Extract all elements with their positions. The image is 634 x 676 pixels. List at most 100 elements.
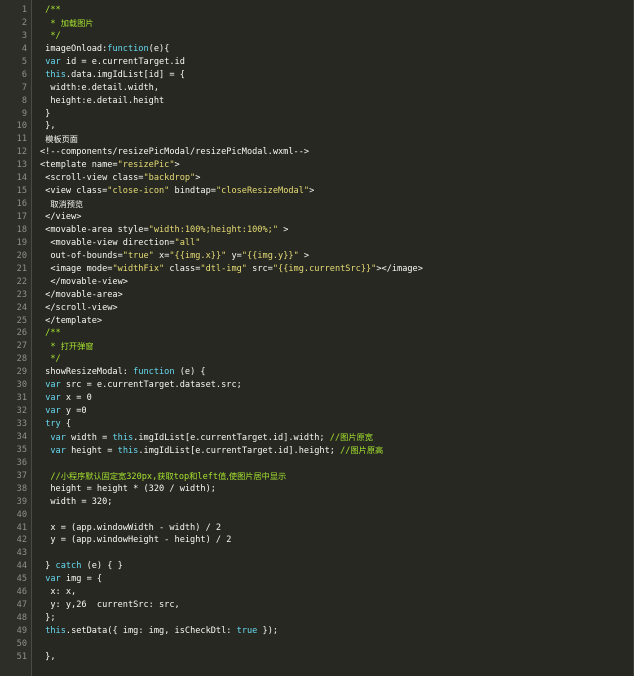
code-token: */ xyxy=(40,30,61,41)
code-line[interactable]: 45 var img = { xyxy=(0,573,633,586)
line-content: <scroll-view class="backdrop"> xyxy=(40,172,200,185)
code-token: </view> xyxy=(40,212,82,222)
code-token: // xyxy=(40,471,61,482)
code-token: var xyxy=(50,445,66,456)
code-area[interactable]: 1 /** 2 * 加载图片 3 */4 imageOnload:function(… xyxy=(0,4,633,664)
code-line[interactable]: 4 imageOnload:function(e){ xyxy=(0,43,633,56)
code-line[interactable]: 49 this.setData({ img: img, isCheckDtl: … xyxy=(0,625,633,638)
code-line[interactable]: 51 }, xyxy=(0,651,633,664)
line-content: var src = e.currentTarget.dataset.src; xyxy=(40,379,242,392)
code-line[interactable]: 47 y: y,26 currentSrc: src, xyxy=(0,599,633,612)
code-line[interactable]: 39 width = 320; xyxy=(0,496,633,509)
line-content: try { xyxy=(40,418,71,431)
code-line[interactable]: 22 </movable-view> xyxy=(0,276,633,289)
code-line[interactable]: 23 </movable-area> xyxy=(0,289,633,302)
line-number: 3 xyxy=(21,30,27,41)
code-line[interactable]: 33 try { xyxy=(0,418,633,431)
code-token: }, xyxy=(40,121,56,132)
code-line[interactable]: 25 </template> xyxy=(0,315,633,328)
code-token: width:e.detail.width, xyxy=(40,82,159,93)
code-line[interactable]: 3 */ xyxy=(0,30,633,43)
code-line[interactable]: 17 </view> xyxy=(0,211,633,224)
code-line[interactable]: 50 xyxy=(0,638,633,651)
line-number: 25 xyxy=(16,315,27,326)
code-token: imageOnload: xyxy=(40,43,108,54)
code-line[interactable]: 20 out-of-bounds="true" x="{{img.x}}" y=… xyxy=(0,250,633,263)
code-token: "closeResizeModal" xyxy=(215,186,310,197)
code-line[interactable]: 48 }; xyxy=(0,612,633,625)
code-line[interactable]: 24 </scroll-view> xyxy=(0,302,633,315)
code-line[interactable]: 10 }, xyxy=(0,120,633,133)
line-number: 40 xyxy=(16,509,27,520)
code-line[interactable]: 12 <!--components/resizePicModal/resizePi… xyxy=(0,146,633,159)
code-token: try xyxy=(45,419,61,429)
code-line[interactable]: 1 /** xyxy=(0,4,633,17)
code-line[interactable]: 26 /** xyxy=(0,327,633,340)
code-token: // xyxy=(329,432,341,443)
code-line[interactable]: 31 var x = 0 xyxy=(0,392,633,405)
line-number: 24 xyxy=(16,302,27,313)
code-line[interactable]: 28 */ xyxy=(0,353,633,366)
code-line[interactable]: 7 width:e.detail.width, xyxy=(0,82,633,95)
code-line[interactable]: 21 <image mode="widthFix" class="dtl-img… xyxy=(0,263,633,276)
code-line[interactable]: 29 showResizeModal: function (e) { xyxy=(0,366,633,379)
code-line[interactable]: 6 this.data.imgIdList[id] = { xyxy=(0,69,633,82)
code-token: .imgIdList[e.currentTarget.id].width; xyxy=(133,432,330,443)
code-line[interactable]: 36 xyxy=(0,457,633,470)
code-token: </scroll-view> xyxy=(40,302,118,313)
code-line[interactable]: 35 var height = this.imgIdList[e.current… xyxy=(0,444,633,457)
code-line[interactable]: 9 } xyxy=(0,108,633,121)
code-token: } xyxy=(40,108,51,119)
code-line[interactable]: 46 x: x, xyxy=(0,586,633,599)
line-number: 51 xyxy=(16,651,27,662)
line-content: x = (app.windowWidth - width) / 2 xyxy=(40,522,221,535)
code-token: src= xyxy=(246,263,273,274)
code-line[interactable]: 34 var width = this.imgIdList[e.currentT… xyxy=(0,431,633,444)
code-line[interactable]: 43 xyxy=(0,547,633,560)
code-line[interactable]: 37 //小程序默认固定宽320px,获取top和left值,使图片居中显示 xyxy=(0,470,633,484)
line-content: /** xyxy=(40,4,61,17)
line-content: height:e.detail.height xyxy=(40,95,164,108)
code-token: </movable-area> xyxy=(40,289,123,300)
code-line[interactable]: 44 } catch (e) { } xyxy=(0,560,633,573)
code-token: id = e.currentTarget.id xyxy=(60,56,185,67)
code-line[interactable]: 32 var y =0 xyxy=(0,405,633,418)
code-line[interactable]: 11 模板页面 xyxy=(0,133,633,146)
line-number: 37 xyxy=(16,470,27,481)
code-editor[interactable]: 1 /** 2 * 加载图片 3 */4 imageOnload:function(… xyxy=(0,0,634,676)
line-number: 41 xyxy=(16,522,27,533)
line-number: 17 xyxy=(16,212,27,222)
code-line[interactable]: 40 xyxy=(0,509,633,522)
code-line[interactable]: 38 height = height * (320 / width); xyxy=(0,483,633,496)
code-line[interactable]: 18 <movable-area style="width:100%;heigh… xyxy=(0,224,633,237)
code-line[interactable]: 15 <view class="close-icon" bindtap="clo… xyxy=(0,185,633,198)
line-content: * 打开弹窗 xyxy=(40,340,93,354)
code-line[interactable]: 8 height:e.detail.height xyxy=(0,95,633,108)
line-content: <image mode="widthFix" class="dtl-img" s… xyxy=(40,263,423,276)
line-number: 31 xyxy=(16,393,27,404)
code-line[interactable]: 14 <scroll-view class="backdrop"> xyxy=(0,172,633,185)
line-content: //小程序默认固定宽320px,获取top和left值,使图片居中显示 xyxy=(40,470,286,484)
code-token: <movable-area style= xyxy=(40,224,149,235)
code-token: > xyxy=(309,186,315,197)
line-content: </template> xyxy=(40,315,102,328)
code-token: class= xyxy=(164,263,201,274)
code-line[interactable]: 27 * 打开弹窗 xyxy=(0,340,633,354)
line-content: y = (app.windowHeight - height) / 2 xyxy=(40,534,231,547)
code-line[interactable]: 16 取消预览 xyxy=(0,198,633,211)
code-line[interactable]: 30 var src = e.currentTarget.dataset.src… xyxy=(0,379,633,392)
line-content: </movable-view> xyxy=(40,276,128,289)
code-line[interactable]: 2 * 加载图片 xyxy=(0,17,633,30)
code-line[interactable]: 19 <movable-view direction="all" xyxy=(0,237,633,250)
code-token: </movable-view> xyxy=(40,276,128,287)
code-line[interactable]: 41 x = (app.windowWidth - width) / 2 xyxy=(0,522,633,535)
code-token: /** xyxy=(40,5,61,15)
line-content: } catch (e) { } xyxy=(40,560,123,573)
code-line[interactable]: 13 <template name="resizePic"> xyxy=(0,159,633,172)
code-line[interactable]: 5 var id = e.currentTarget.id xyxy=(0,56,633,69)
code-token: "dtl-img" xyxy=(200,263,247,274)
code-line[interactable]: 42 y = (app.windowHeight - height) / 2 xyxy=(0,534,633,547)
line-content: x: x, xyxy=(40,586,76,599)
code-token: width = 320; xyxy=(40,496,113,507)
